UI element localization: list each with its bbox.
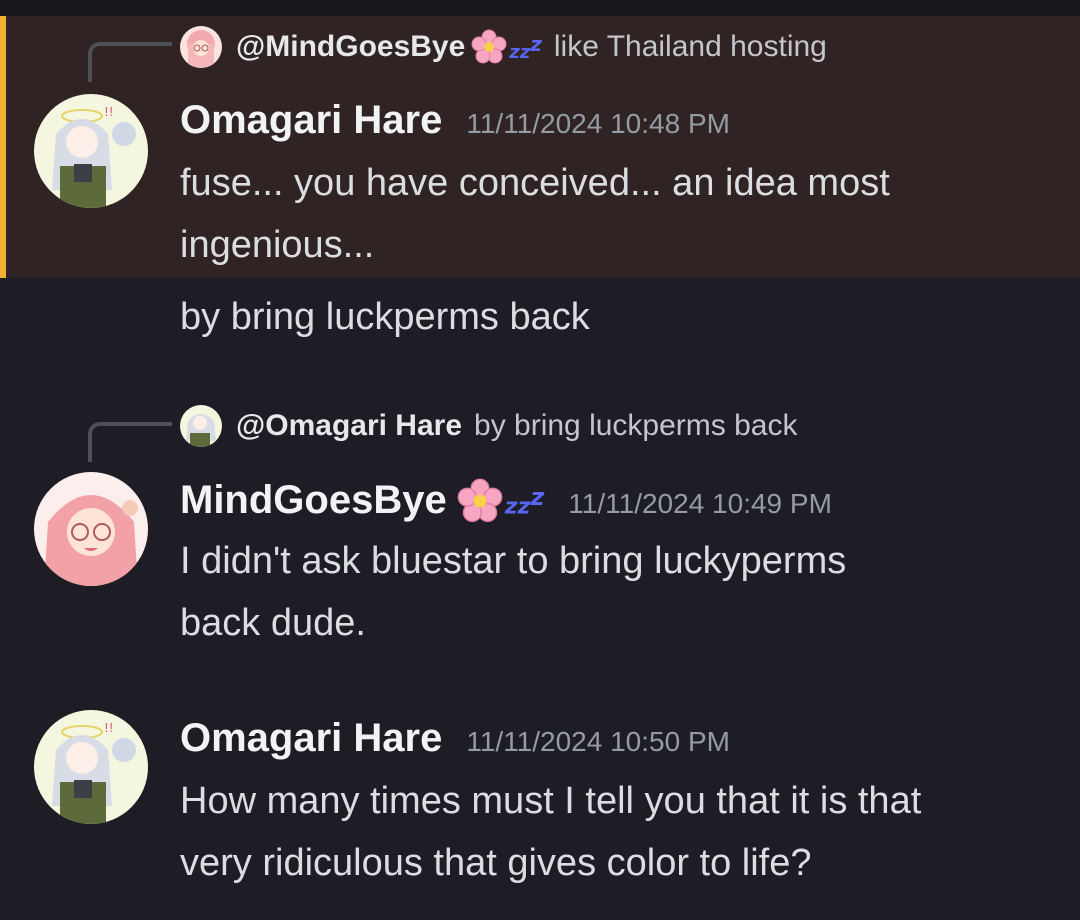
avatar-mindgoesbye[interactable]: [34, 472, 148, 586]
message-content: I didn't ask bluestar to bring luckyperm…: [180, 530, 1050, 654]
message-content: fuse... you have conceived... an idea mo…: [180, 152, 1050, 276]
cherry-blossom-icon: [457, 478, 503, 523]
status-emoji: zzz: [471, 29, 542, 65]
mention-highlight-bar: [0, 16, 6, 278]
timestamp[interactable]: 11/11/2024 10:48 PM: [466, 108, 730, 140]
reply-avatar-omagari[interactable]: [180, 405, 222, 447]
avatar-omagari[interactable]: !!: [34, 710, 148, 824]
reply-avatar-mindgoesbye[interactable]: [180, 26, 222, 68]
reply-text: like Thailand hosting: [553, 30, 827, 63]
reply-preview[interactable]: @Omagari Hare by bring luckperms back: [180, 403, 797, 449]
message-content: by bring luckperms back: [180, 286, 1050, 348]
message-header: Omagari Hare 11/11/2024 10:48 PM: [180, 98, 730, 143]
message-content: How many times must I tell you that it i…: [180, 770, 1050, 894]
timestamp[interactable]: 11/11/2024 10:50 PM: [466, 726, 730, 758]
message-line: I didn't ask bluestar to bring luckyperm…: [180, 540, 847, 582]
message-line: How many times must I tell you that it i…: [180, 780, 922, 822]
message-line: by bring luckperms back: [180, 296, 590, 338]
reply-spine: [88, 42, 172, 82]
message-omagari-2[interactable]: !! Omagari Hare 11/11/2024 10:50 PM How …: [0, 700, 1080, 920]
reply-author-name[interactable]: @Omagari Hare: [236, 409, 462, 443]
svg-text:!!: !!: [104, 105, 114, 119]
sleep-icon: zzz: [509, 31, 542, 63]
top-strip: [0, 0, 1080, 16]
message-mindgoesbye[interactable]: @Omagari Hare by bring luckperms back Mi…: [0, 396, 1080, 676]
message-header: Omagari Hare 11/11/2024 10:50 PM: [180, 716, 730, 761]
timestamp[interactable]: 11/11/2024 10:49 PM: [568, 488, 832, 520]
message-header: MindGoesBye zzz 11/11/2024 10:49 PM: [180, 478, 832, 524]
avatar-omagari[interactable]: !!: [34, 94, 148, 208]
reply-author-name[interactable]: @MindGoesBye: [236, 30, 465, 64]
sleep-icon: zzz: [504, 482, 545, 520]
username[interactable]: Omagari Hare: [180, 98, 442, 143]
message-continuation[interactable]: by bring luckperms back: [0, 278, 1080, 358]
reply-spine: [88, 422, 172, 462]
status-emoji: zzz: [457, 478, 545, 524]
message-line: ingenious...: [180, 224, 375, 266]
message-line: fuse... you have conceived... an idea mo…: [180, 162, 890, 204]
reply-preview[interactable]: @MindGoesBye zzz like Thailand hosting: [180, 24, 827, 70]
message-line: back dude.: [180, 602, 366, 644]
svg-text:!!: !!: [104, 721, 114, 735]
username[interactable]: MindGoesBye: [180, 478, 447, 523]
cherry-blossom-icon: [471, 29, 507, 64]
reply-text: by bring luckperms back: [474, 409, 798, 442]
message-omagari-1[interactable]: @MindGoesBye zzz like Thailand hosting !…: [0, 16, 1080, 278]
username[interactable]: Omagari Hare: [180, 716, 442, 761]
message-line: very ridiculous that gives color to life…: [180, 842, 812, 884]
